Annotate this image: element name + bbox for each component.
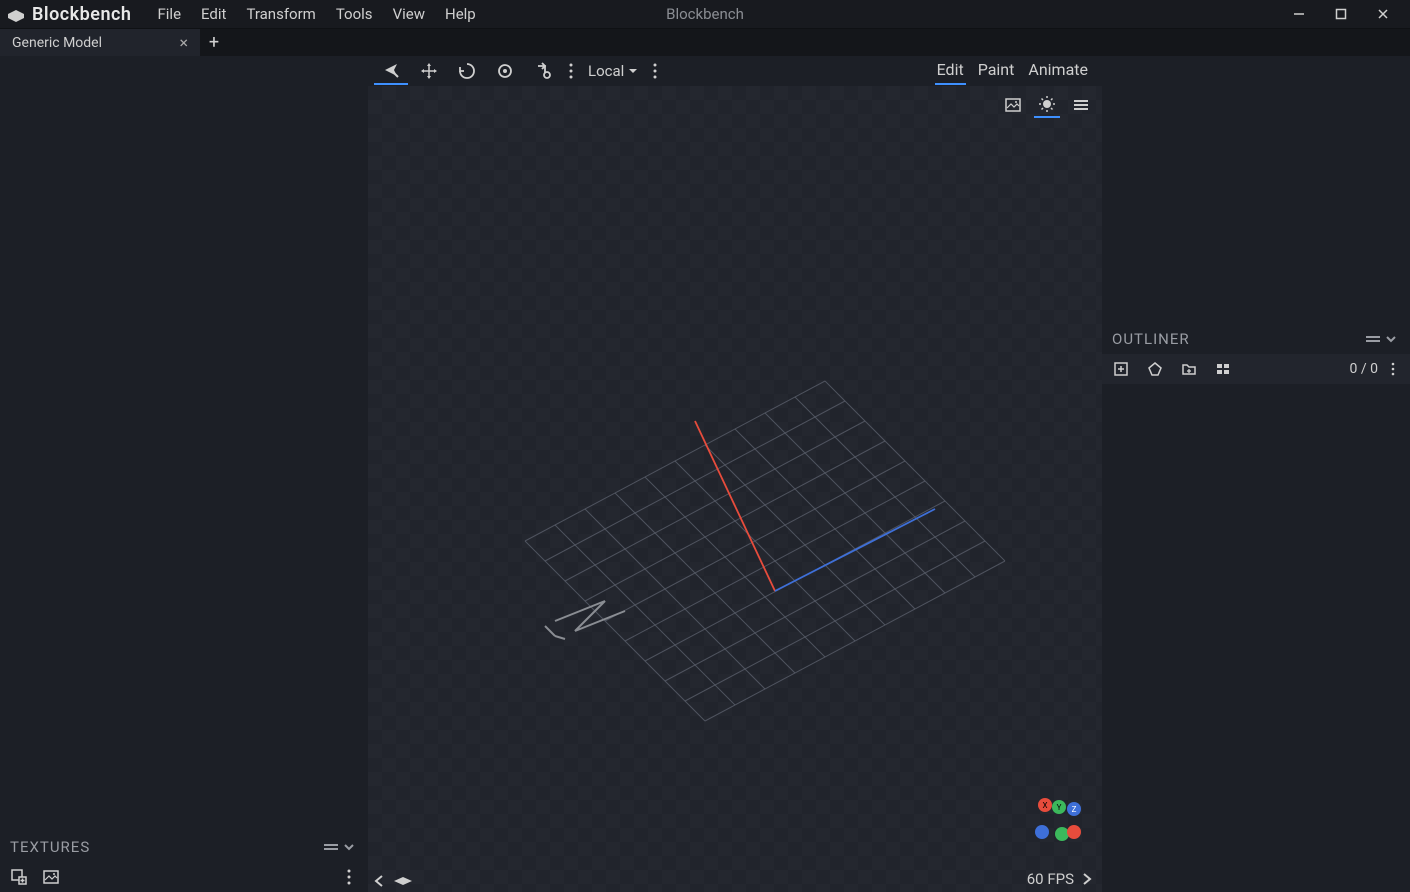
tab-add-button[interactable]: + bbox=[200, 29, 228, 56]
viewport-menu-button[interactable] bbox=[1068, 92, 1094, 118]
move-tool-button[interactable] bbox=[374, 57, 408, 85]
center-area: Local Edit Paint Animate bbox=[368, 56, 1102, 892]
uv-panel bbox=[0, 56, 368, 832]
fps-label: 60 FPS bbox=[1027, 870, 1074, 888]
more-icon[interactable] bbox=[1384, 360, 1402, 378]
mode-animate-tab[interactable]: Animate bbox=[1026, 58, 1090, 85]
right-sidebar: OUTLINER bbox=[1102, 56, 1410, 892]
menu-file[interactable]: File bbox=[147, 1, 191, 27]
blockbench-icon bbox=[6, 4, 26, 24]
ground-grid bbox=[455, 281, 1015, 761]
transform-space-label: Local bbox=[588, 62, 624, 80]
main-area: TEXTURES bbox=[0, 56, 1410, 892]
import-texture-button[interactable] bbox=[8, 866, 30, 888]
mode-paint-tab[interactable]: Paint bbox=[976, 58, 1017, 85]
textures-toolbar bbox=[0, 862, 368, 892]
chevron-down-icon[interactable] bbox=[1382, 330, 1400, 348]
menu-transform[interactable]: Transform bbox=[236, 1, 325, 27]
outliner-panel: OUTLINER bbox=[1102, 324, 1410, 384]
svg-text:Y: Y bbox=[1057, 803, 1062, 812]
timeline-marker-icon[interactable] bbox=[392, 875, 414, 887]
menu-help[interactable]: Help bbox=[435, 1, 486, 27]
textures-panel-header[interactable]: TEXTURES bbox=[0, 832, 368, 862]
app-name: Blockbench bbox=[32, 4, 131, 25]
window-controls bbox=[1278, 0, 1404, 28]
menu-tools[interactable]: Tools bbox=[326, 1, 383, 27]
left-sidebar: TEXTURES bbox=[0, 56, 368, 892]
mode-edit-tab[interactable]: Edit bbox=[935, 58, 966, 85]
mode-tabs: Edit Paint Animate bbox=[935, 58, 1096, 85]
tab-label: Generic Model bbox=[12, 35, 102, 51]
transform-space-dropdown[interactable]: Local bbox=[582, 60, 644, 82]
chevron-down-icon[interactable] bbox=[340, 838, 358, 856]
svg-text:X: X bbox=[1042, 801, 1047, 810]
drag-handle-icon[interactable] bbox=[322, 838, 340, 856]
outliner-count: 0 / 0 bbox=[1350, 360, 1402, 378]
toolbar-more2-icon[interactable] bbox=[648, 57, 662, 85]
textures-title: TEXTURES bbox=[10, 838, 90, 856]
outliner-title: OUTLINER bbox=[1112, 330, 1190, 348]
menu-bar: Blockbench File Edit Transform Tools Vie… bbox=[0, 0, 1410, 28]
window-maximize-button[interactable] bbox=[1320, 0, 1362, 28]
rotate-tool-button[interactable] bbox=[450, 57, 484, 85]
add-mesh-button[interactable] bbox=[1144, 358, 1166, 380]
element-panel bbox=[1102, 56, 1410, 324]
svg-text:Z: Z bbox=[1072, 805, 1077, 814]
vertex-snap-tool-button[interactable] bbox=[526, 57, 560, 85]
orientation-gizmo[interactable]: X Y Z bbox=[1028, 790, 1084, 846]
more-icon[interactable] bbox=[338, 866, 360, 888]
outliner-panel-header[interactable]: OUTLINER bbox=[1102, 324, 1410, 354]
tab-close-button[interactable]: × bbox=[179, 33, 188, 52]
add-cube-button[interactable] bbox=[1110, 358, 1132, 380]
toolbar-more-icon[interactable] bbox=[564, 57, 578, 85]
textures-panel: TEXTURES bbox=[0, 832, 368, 892]
viewport-3d[interactable]: X Y Z 60 FPS bbox=[368, 86, 1102, 892]
add-group-button[interactable] bbox=[1178, 358, 1200, 380]
window-title: Blockbench bbox=[666, 5, 744, 23]
toggle-options-button[interactable] bbox=[1212, 358, 1234, 380]
screenshot-button[interactable] bbox=[1000, 92, 1026, 118]
window-close-button[interactable] bbox=[1362, 0, 1404, 28]
drag-handle-icon[interactable] bbox=[1364, 330, 1382, 348]
timeline-controls bbox=[374, 874, 414, 888]
chevron-right-icon[interactable] bbox=[1082, 872, 1092, 886]
document-tabs: Generic Model × + bbox=[0, 28, 1410, 56]
pivot-tool-button[interactable] bbox=[488, 57, 522, 85]
outliner-count-value: 0 / 0 bbox=[1350, 361, 1378, 377]
chevron-left-icon[interactable] bbox=[374, 874, 384, 888]
app-logo[interactable]: Blockbench bbox=[6, 4, 131, 25]
document-tab-active[interactable]: Generic Model × bbox=[0, 29, 200, 56]
fps-display: 60 FPS bbox=[1027, 870, 1092, 888]
outliner-toolbar: 0 / 0 bbox=[1102, 354, 1410, 384]
resize-tool-button[interactable] bbox=[412, 57, 446, 85]
window-minimize-button[interactable] bbox=[1278, 0, 1320, 28]
menu-view[interactable]: View bbox=[383, 1, 435, 27]
viewport-toolbar: Local Edit Paint Animate bbox=[368, 56, 1102, 86]
shading-toggle-button[interactable] bbox=[1034, 92, 1060, 118]
menu-edit[interactable]: Edit bbox=[191, 1, 236, 27]
viewport-overlay-controls bbox=[1000, 92, 1094, 118]
create-texture-button[interactable] bbox=[40, 866, 62, 888]
